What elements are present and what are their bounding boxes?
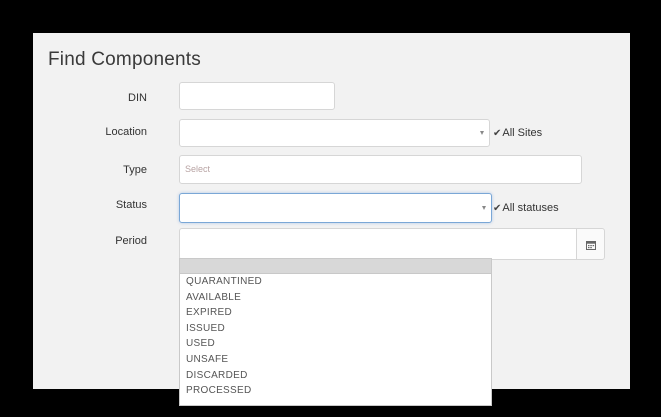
status-option-processed[interactable]: PROCESSED bbox=[180, 383, 491, 399]
din-label: DIN bbox=[128, 92, 147, 104]
status-option-quarantined[interactable]: QUARANTINED bbox=[180, 274, 491, 290]
status-option-issued[interactable]: ISSUED bbox=[180, 321, 491, 337]
checkmark-icon: ✔ bbox=[493, 203, 502, 214]
period-input[interactable] bbox=[179, 228, 582, 260]
all-statuses-label: All statuses bbox=[502, 202, 559, 214]
screen-frame: Find Components DIN Location ✔All Sites … bbox=[0, 0, 661, 417]
status-option-used[interactable]: USED bbox=[180, 336, 491, 352]
type-select[interactable]: Select bbox=[179, 155, 582, 184]
type-placeholder: Select bbox=[185, 164, 211, 174]
all-sites-label: All Sites bbox=[502, 127, 543, 139]
dropdown-search-bar[interactable] bbox=[180, 259, 491, 274]
status-option-expired[interactable]: EXPIRED bbox=[180, 305, 491, 321]
status-dropdown-list: QUARANTINED AVAILABLE EXPIRED ISSUED USE… bbox=[179, 258, 492, 406]
status-option-available[interactable]: AVAILABLE bbox=[180, 290, 491, 306]
status-option-unsafe[interactable]: UNSAFE bbox=[180, 352, 491, 368]
location-select[interactable] bbox=[179, 119, 490, 147]
all-statuses-checkbox[interactable]: ✔All statuses bbox=[493, 202, 559, 214]
din-input[interactable] bbox=[179, 82, 335, 110]
calendar-icon bbox=[586, 241, 596, 250]
find-components-panel: Find Components DIN Location ✔All Sites … bbox=[33, 33, 630, 406]
status-option-discarded[interactable]: DISCARDED bbox=[180, 368, 491, 384]
location-label: Location bbox=[105, 126, 147, 138]
chevron-down-icon bbox=[480, 131, 484, 135]
chevron-down-icon bbox=[482, 206, 486, 210]
period-label: Period bbox=[115, 235, 147, 247]
all-sites-checkbox[interactable]: ✔All Sites bbox=[493, 127, 542, 139]
status-label: Status bbox=[115, 199, 147, 211]
calendar-button[interactable] bbox=[576, 228, 605, 260]
page-title: Find Components bbox=[48, 49, 201, 70]
checkmark-icon: ✔ bbox=[493, 128, 502, 139]
type-label: Type bbox=[123, 164, 147, 176]
status-select[interactable] bbox=[179, 193, 492, 223]
